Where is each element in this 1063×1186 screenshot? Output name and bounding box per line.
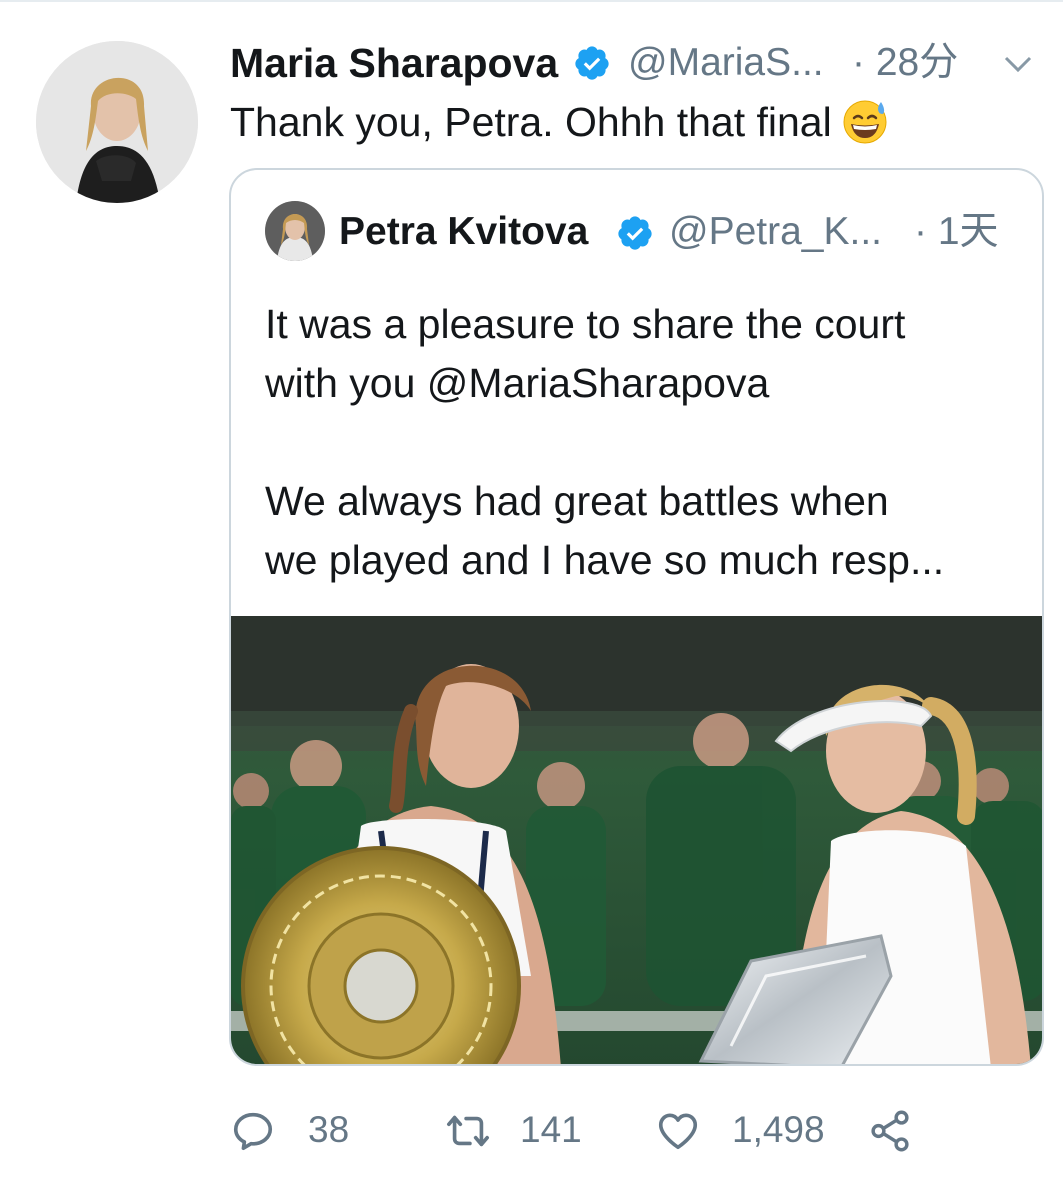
quoted-author-handle[interactable]: @Petra_K... [669, 207, 882, 257]
quoted-tweet-time[interactable]: · 1天 [914, 207, 999, 257]
quoted-tweet-card[interactable]: Petra Kvitova @Petra_K... · 1天 It was a … [229, 168, 1044, 1066]
tweet-text: Thank you, Petra. Ohhh that final [230, 95, 890, 149]
quoted-author-avatar[interactable] [265, 201, 325, 261]
retweet-icon [447, 1115, 489, 1147]
reply-button[interactable]: 38 [230, 1100, 370, 1160]
tweet-text-content: Thank you, Petra. Ohhh that final [230, 99, 832, 145]
like-count: 1,498 [732, 1109, 825, 1150]
tweet-time[interactable]: · 28分 [852, 38, 958, 88]
top-divider [0, 0, 1063, 2]
quoted-text-line: we played and I have so much resp... [265, 537, 945, 583]
reply-icon [233, 1112, 273, 1151]
tweet-actions: 38 141 1,498 [230, 1100, 930, 1160]
quoted-text-line: with you @MariaSharapova [265, 360, 770, 406]
verified-badge-icon [618, 216, 652, 250]
quoted-text-line: We always had great battles when [265, 478, 889, 524]
quoted-tweet-photo[interactable] [231, 616, 1042, 1064]
retweet-count: 141 [520, 1109, 582, 1150]
quoted-tweet-header: Petra Kvitova @Petra_K... · 1天 [339, 207, 1029, 257]
share-icon [871, 1110, 909, 1152]
retweet-button[interactable]: 141 [442, 1100, 592, 1160]
verified-badge-icon [575, 46, 609, 80]
quoted-tweet-text: It was a pleasure to share the court wit… [265, 295, 1025, 590]
like-button[interactable]: 1,498 [655, 1100, 835, 1160]
share-button[interactable] [867, 1100, 927, 1160]
reply-count: 38 [308, 1109, 350, 1150]
grinning-sweat-emoji-icon [843, 100, 887, 144]
author-handle[interactable]: @MariaS... [628, 38, 824, 88]
author-name[interactable]: Maria Sharapova [230, 38, 558, 88]
quoted-author-name[interactable]: Petra Kvitova [339, 207, 588, 257]
heart-icon [658, 1113, 698, 1150]
author-avatar[interactable] [36, 41, 198, 203]
tweet-header: Maria Sharapova @MariaS... · 28分 [230, 38, 1040, 88]
chevron-down-icon[interactable] [1000, 46, 1036, 82]
quoted-text-line: It was a pleasure to share the court [265, 301, 906, 347]
